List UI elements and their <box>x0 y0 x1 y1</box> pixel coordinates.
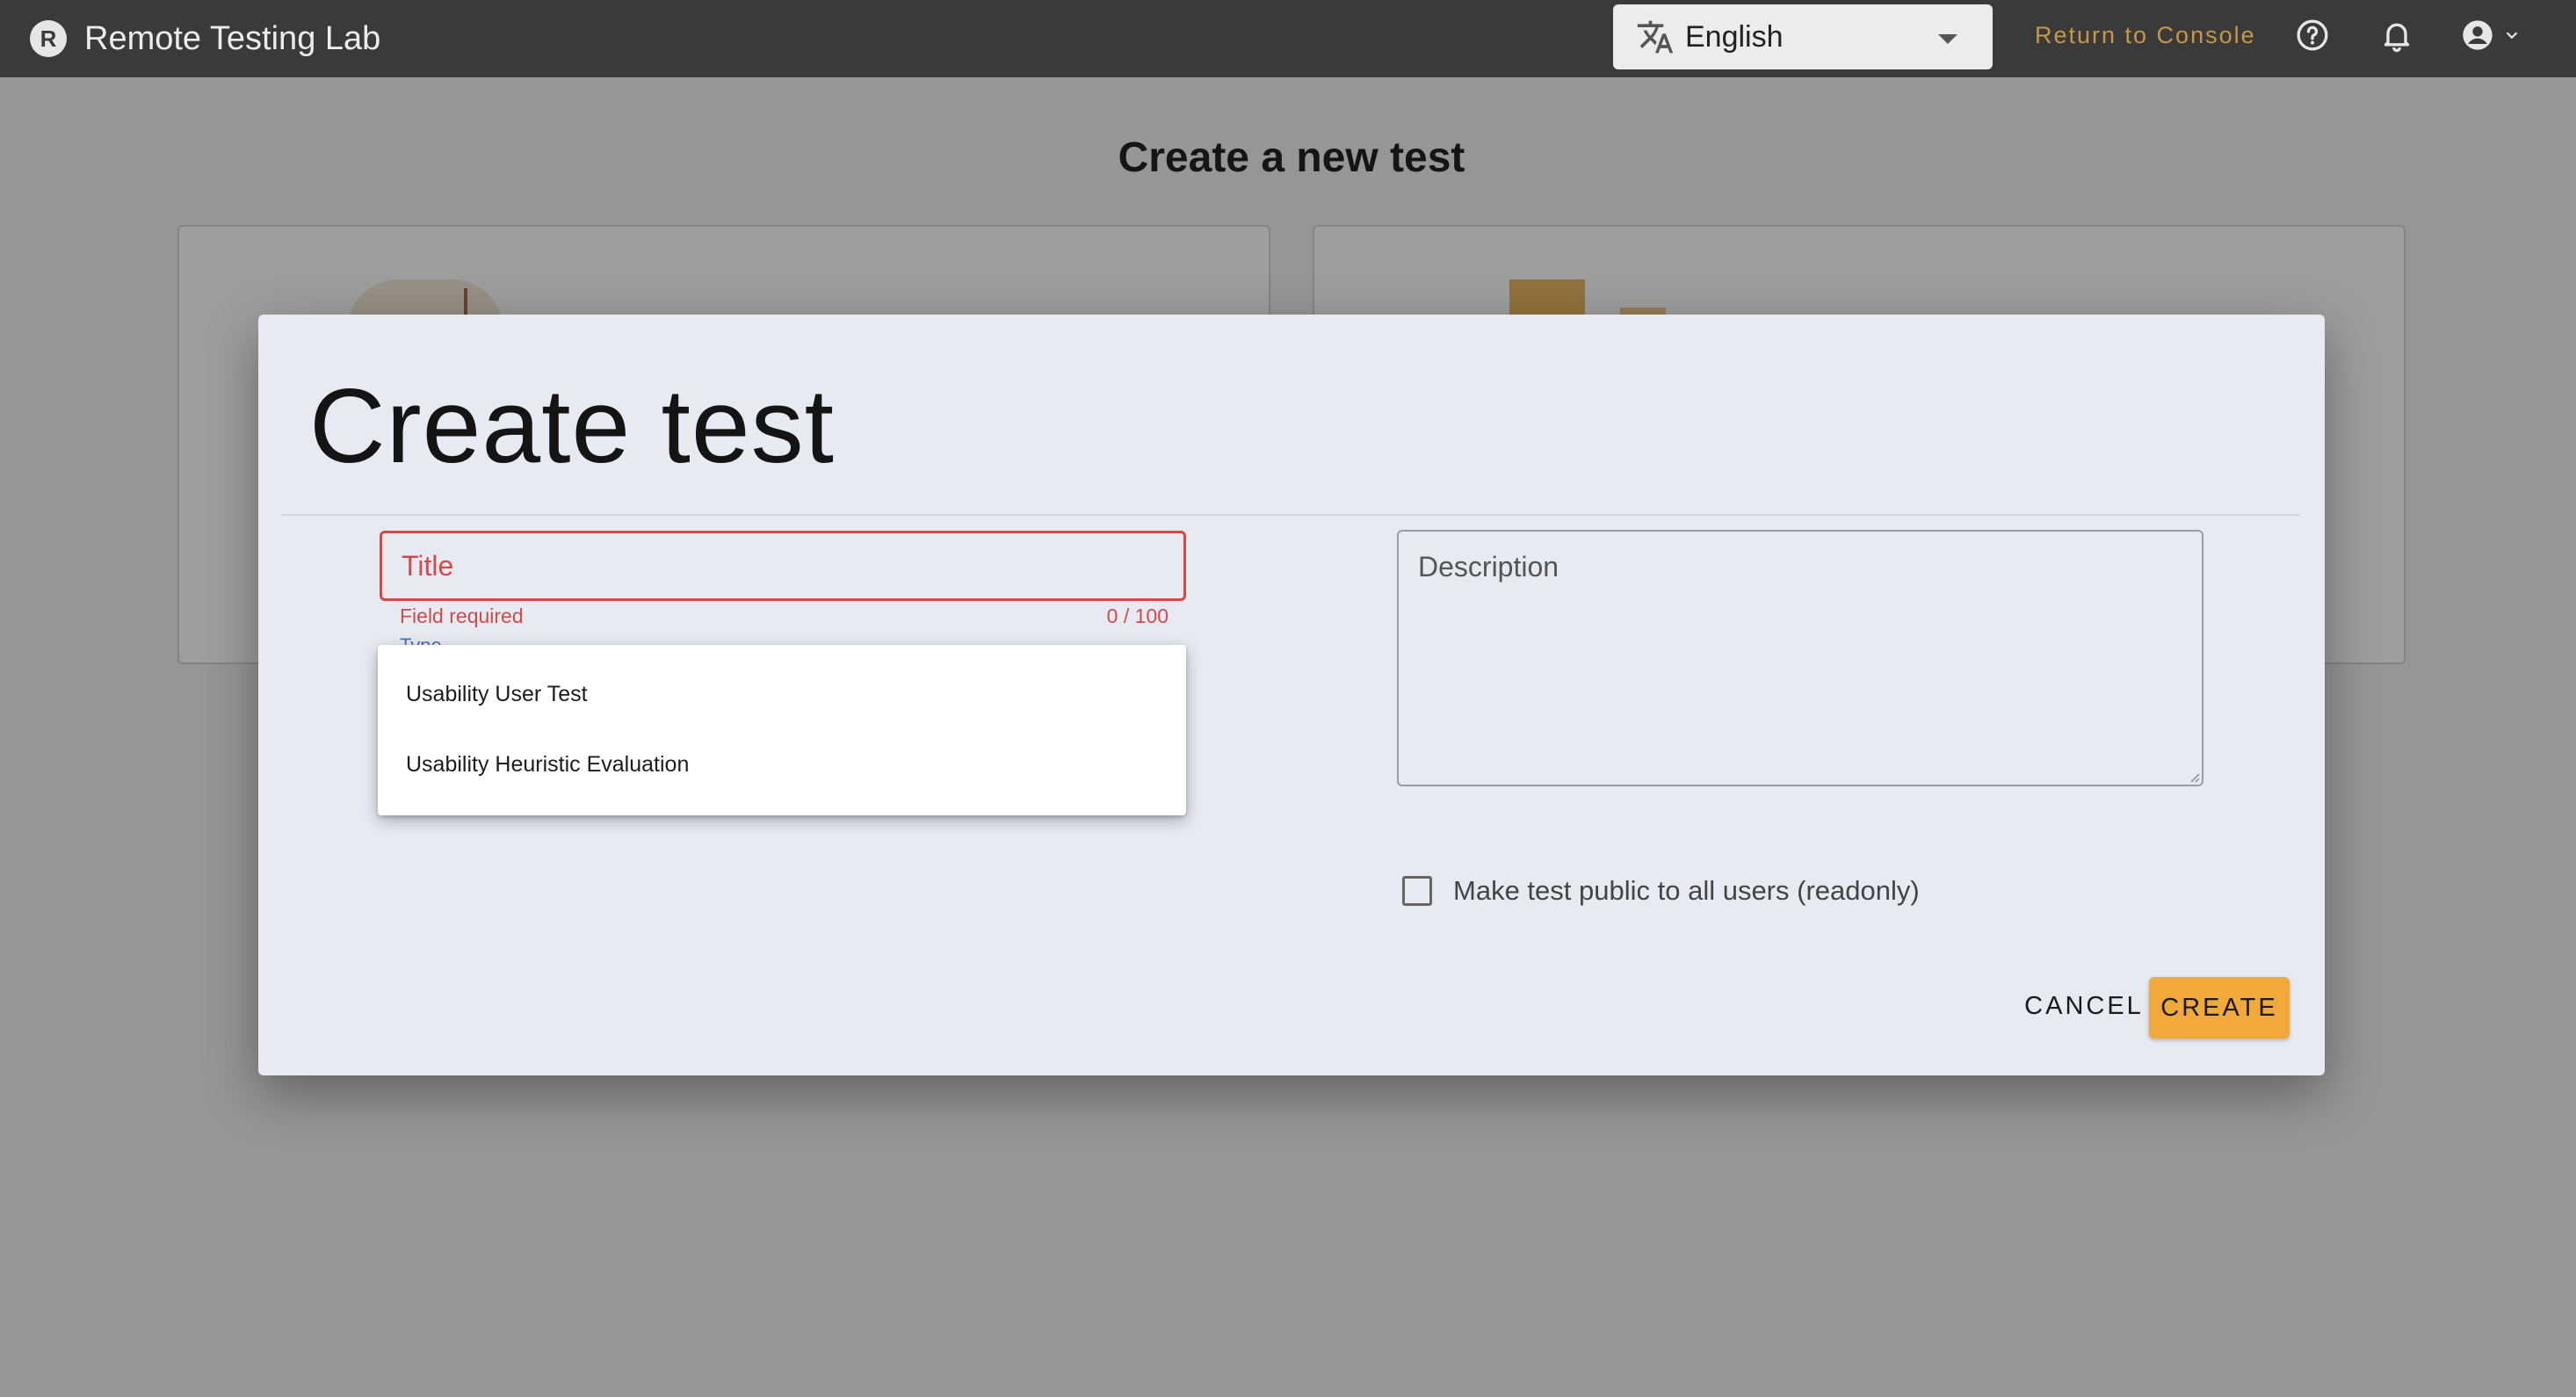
app-bar: R Remote Testing Lab English Return to C… <box>0 0 2576 77</box>
return-to-console-link[interactable]: Return to Console <box>2035 0 2256 70</box>
cancel-button[interactable]: CANCEL <box>1996 977 2172 1035</box>
title-error-text: Field required <box>400 604 524 627</box>
dialog-title: Create test <box>309 367 835 485</box>
option-usability-heuristic-evaluation[interactable]: Usability Heuristic Evaluation <box>378 729 1186 800</box>
notifications-button[interactable] <box>2377 16 2416 54</box>
public-toggle-row[interactable]: Make test public to all users (readonly) <box>1402 873 1920 908</box>
language-select[interactable]: English <box>1613 4 1993 69</box>
title-field[interactable] <box>380 531 1186 601</box>
description-field[interactable] <box>1397 530 2203 786</box>
language-value: English <box>1685 19 1784 54</box>
app-name: Remote Testing Lab <box>84 19 381 57</box>
help-button[interactable] <box>2293 16 2332 54</box>
create-test-dialog: Create test Field required 0 / 100 Type … <box>258 315 2325 1075</box>
public-checkbox-label: Make test public to all users (readonly) <box>1453 875 1920 906</box>
account-icon <box>2463 20 2493 50</box>
chevron-down-icon <box>2506 32 2518 40</box>
translate-icon <box>1637 20 1674 54</box>
help-icon <box>2297 19 2328 51</box>
notifications-icon <box>2384 23 2410 53</box>
option-usability-user-test[interactable]: Usability User Test <box>378 659 1186 729</box>
title-input[interactable] <box>402 549 1183 583</box>
description-input[interactable] <box>1399 532 2202 785</box>
account-menu-button[interactable] <box>2460 16 2530 54</box>
divider <box>281 514 2300 516</box>
create-button[interactable]: CREATE <box>2149 977 2290 1039</box>
resize-handle-icon[interactable] <box>2188 771 2200 783</box>
title-char-counter: 0 / 100 <box>1106 604 1169 627</box>
brand[interactable]: R Remote Testing Lab <box>30 0 380 77</box>
type-options-menu: Usability User Test Usability Heuristic … <box>378 645 1186 815</box>
dropdown-arrow-icon <box>1938 34 1957 44</box>
app-logo: R <box>30 20 67 57</box>
public-checkbox[interactable] <box>1402 876 1432 906</box>
